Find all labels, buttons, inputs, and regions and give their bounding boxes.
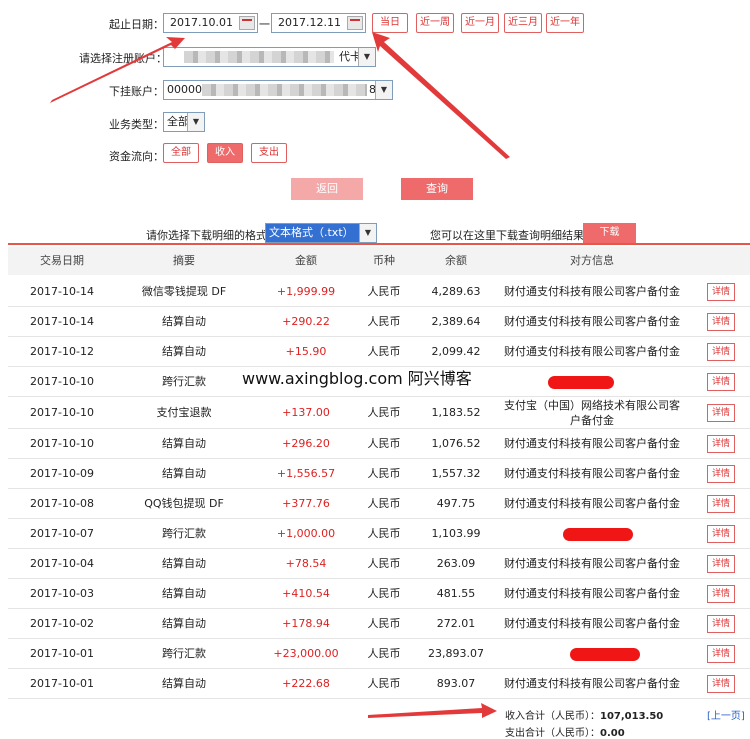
arrow-to-income-total (368, 703, 497, 718)
arrow-to-end-date (372, 32, 510, 159)
arrow-to-start-date (50, 37, 185, 103)
annotation-arrows (50, 32, 510, 718)
